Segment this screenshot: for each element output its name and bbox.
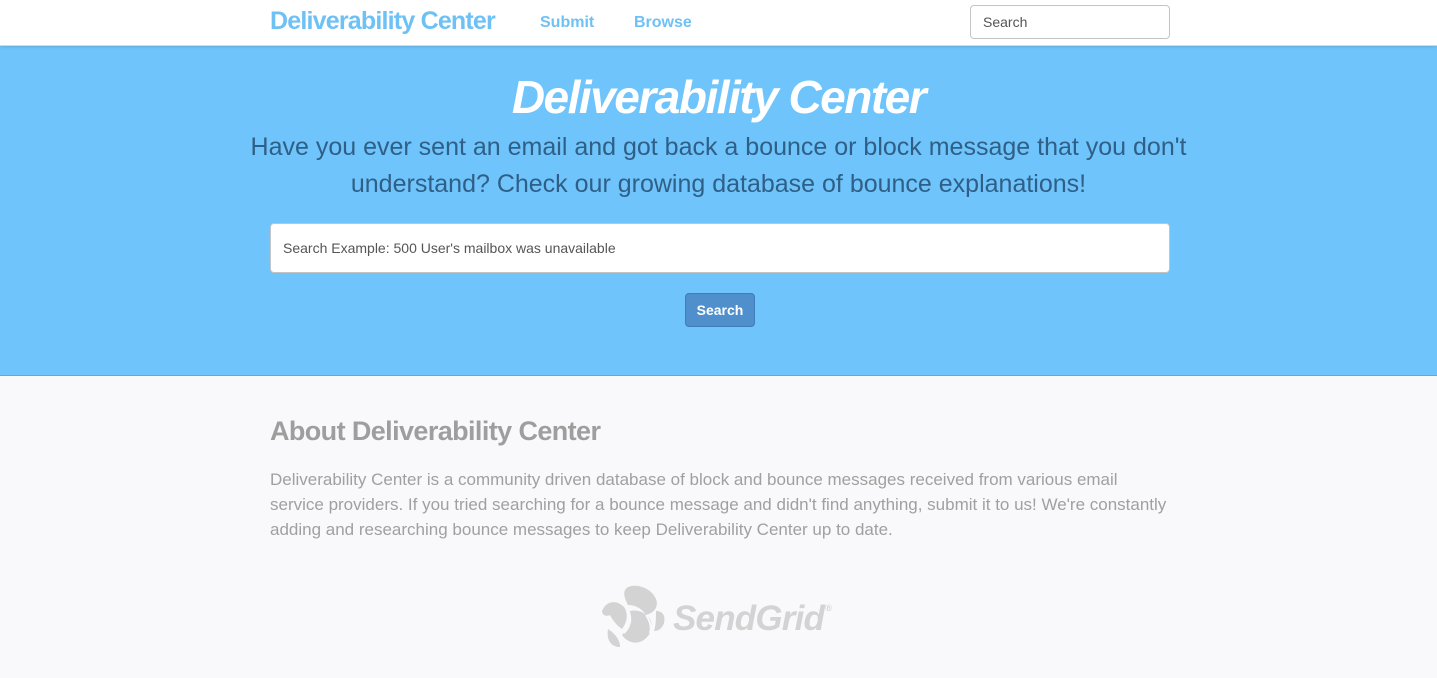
- search-button[interactable]: Search: [685, 293, 755, 327]
- top-navbar: Deliverability Center Submit Browse: [0, 0, 1437, 46]
- sendgrid-logo: SendGrid®: [598, 585, 848, 649]
- hero-section: Deliverability Center Have you ever sent…: [0, 46, 1437, 376]
- hero-title: Deliverability Center: [511, 71, 927, 123]
- bounce-search-input[interactable]: [270, 223, 1170, 273]
- nav-link-browse[interactable]: Browse: [634, 14, 692, 32]
- hero-subtitle: Have you ever sent an email and got back…: [250, 133, 1187, 198]
- about-heading: About Deliverability Center: [270, 416, 601, 446]
- about-paragraph: Deliverability Center is a community dri…: [270, 470, 1167, 539]
- sendgrid-logo-icon: [602, 585, 665, 647]
- brand-link[interactable]: Deliverability Center: [270, 7, 496, 36]
- sendgrid-wordmark: SendGrid®: [673, 599, 832, 638]
- nav-link-submit[interactable]: Submit: [540, 14, 594, 32]
- navbar-search-input[interactable]: [970, 5, 1170, 39]
